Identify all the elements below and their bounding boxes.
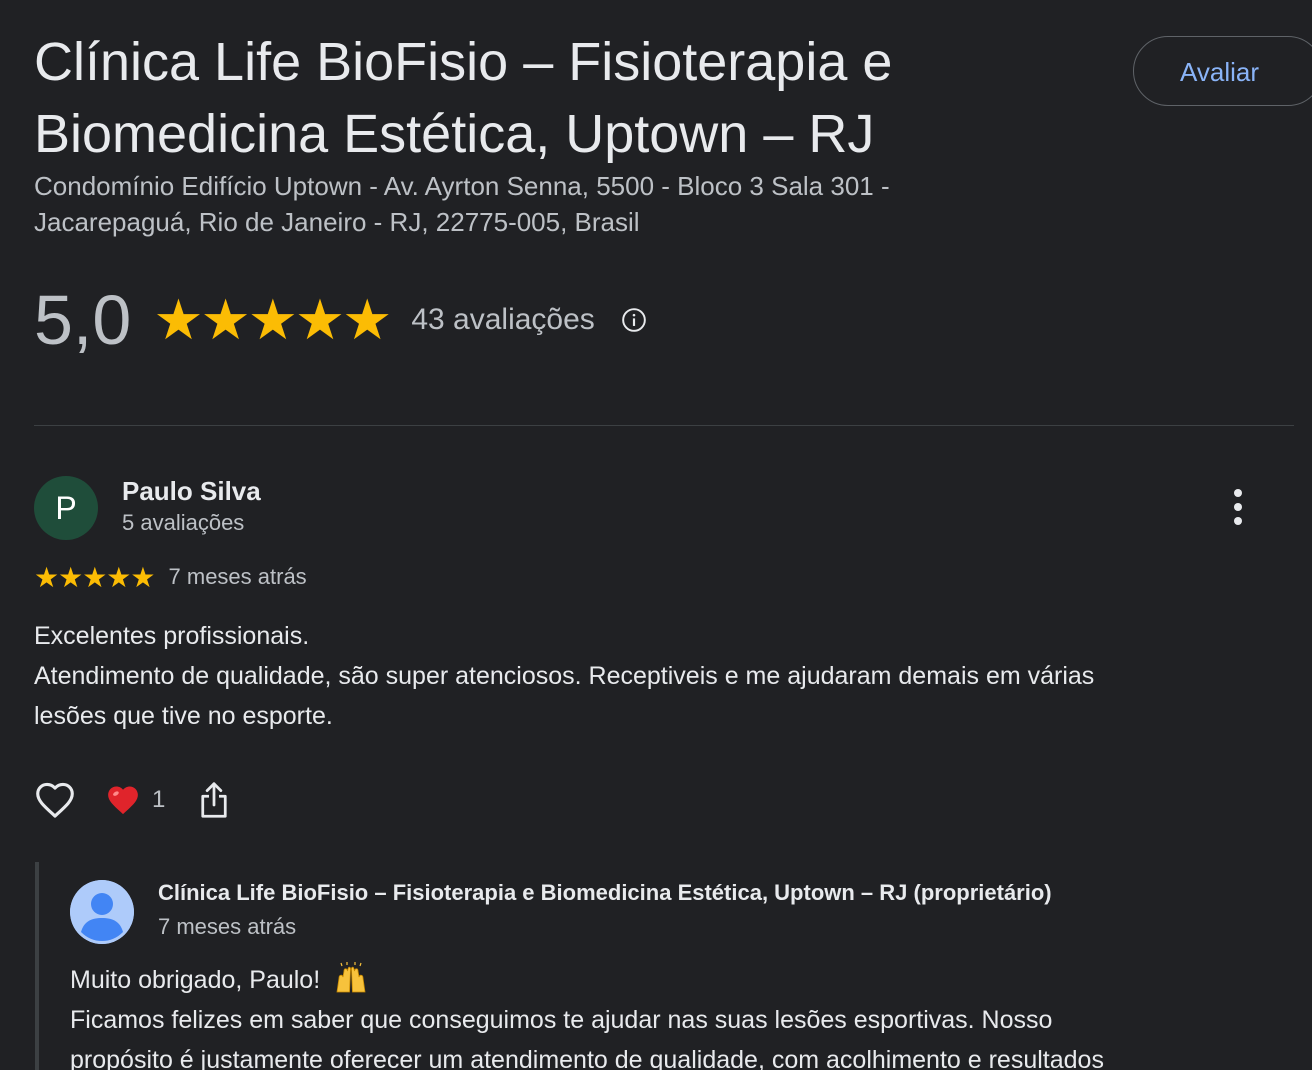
reviewer-avatar[interactable]: P — [34, 476, 98, 540]
owner-name: Clínica Life BioFisio – Fisioterapia e B… — [158, 880, 1052, 905]
like-button[interactable] — [34, 781, 76, 819]
review-stars-icon: ★★★★★ — [34, 561, 156, 593]
info-icon[interactable] — [621, 307, 647, 333]
reply-indent-bar — [35, 862, 39, 1070]
reply-line: propósito é justamente oferecer um atend… — [70, 1046, 1104, 1070]
rating-summary: 5,0 ★★★★★ 43 avaliações — [34, 280, 647, 360]
share-icon — [201, 782, 227, 818]
reaction-count: 1 — [152, 786, 166, 813]
place-title-line2: Biomedicina Estética, Uptown – RJ — [34, 104, 875, 164]
review-text: Excelentes profissionais. Atendimento de… — [34, 616, 1274, 736]
star-rating-icon: ★★★★★ — [153, 288, 392, 351]
place-title-line1: Clínica Life BioFisio – Fisioterapia e — [34, 32, 893, 92]
address-line2: Jacarepaguá, Rio de Janeiro - RJ, 22775-… — [34, 207, 640, 237]
address-line1: Condomínio Edifício Uptown - Av. Ayrton … — [34, 171, 890, 201]
average-score: 5,0 — [34, 281, 132, 359]
owner-avatar — [70, 880, 134, 944]
share-button[interactable] — [199, 781, 229, 819]
raising-hands-emoji — [336, 962, 366, 993]
review-text-line: Atendimento de qualidade, são super aten… — [34, 662, 1095, 690]
reply-line: Ficamos felizes em saber que conseguimos… — [70, 1006, 1053, 1034]
person-icon — [70, 880, 134, 944]
reviews-panel: Clínica Life BioFisio – Fisioterapia e B… — [0, 0, 1312, 1070]
heart-outline-icon — [36, 782, 74, 818]
reply-line: Muito obrigado, Paulo! — [70, 960, 1290, 1000]
review-text-line: Excelentes profissionais. — [34, 622, 310, 650]
place-title: Clínica Life BioFisio – Fisioterapia e B… — [34, 26, 1034, 170]
review-count[interactable]: 43 avaliações — [411, 303, 594, 337]
divider — [34, 425, 1294, 426]
owner-reply-text: Muito obrigado, Paulo! Ficamos felizes e… — [70, 960, 1290, 1070]
red-heart-emoji — [108, 786, 138, 815]
reviewer-name[interactable]: Paulo Silva — [122, 476, 261, 507]
reviewer-review-count: 5 avaliações — [122, 510, 245, 535]
reaction-chip[interactable]: 1 — [106, 783, 165, 817]
rate-button[interactable]: Avaliar — [1133, 36, 1312, 106]
review-time: 7 meses atrás — [168, 564, 307, 589]
review-text-line: lesões que tive no esporte. — [34, 702, 333, 730]
owner-reply-time: 7 meses atrás — [158, 914, 297, 939]
review-rating: ★★★★★ 7 meses atrás — [34, 560, 307, 594]
place-address: Condomínio Edifício Uptown - Av. Ayrton … — [34, 168, 1034, 240]
review-actions: 1 — [34, 778, 229, 822]
more-vert-icon[interactable] — [1222, 486, 1254, 528]
reply-line-text: Muito obrigado, Paulo! — [70, 966, 321, 994]
